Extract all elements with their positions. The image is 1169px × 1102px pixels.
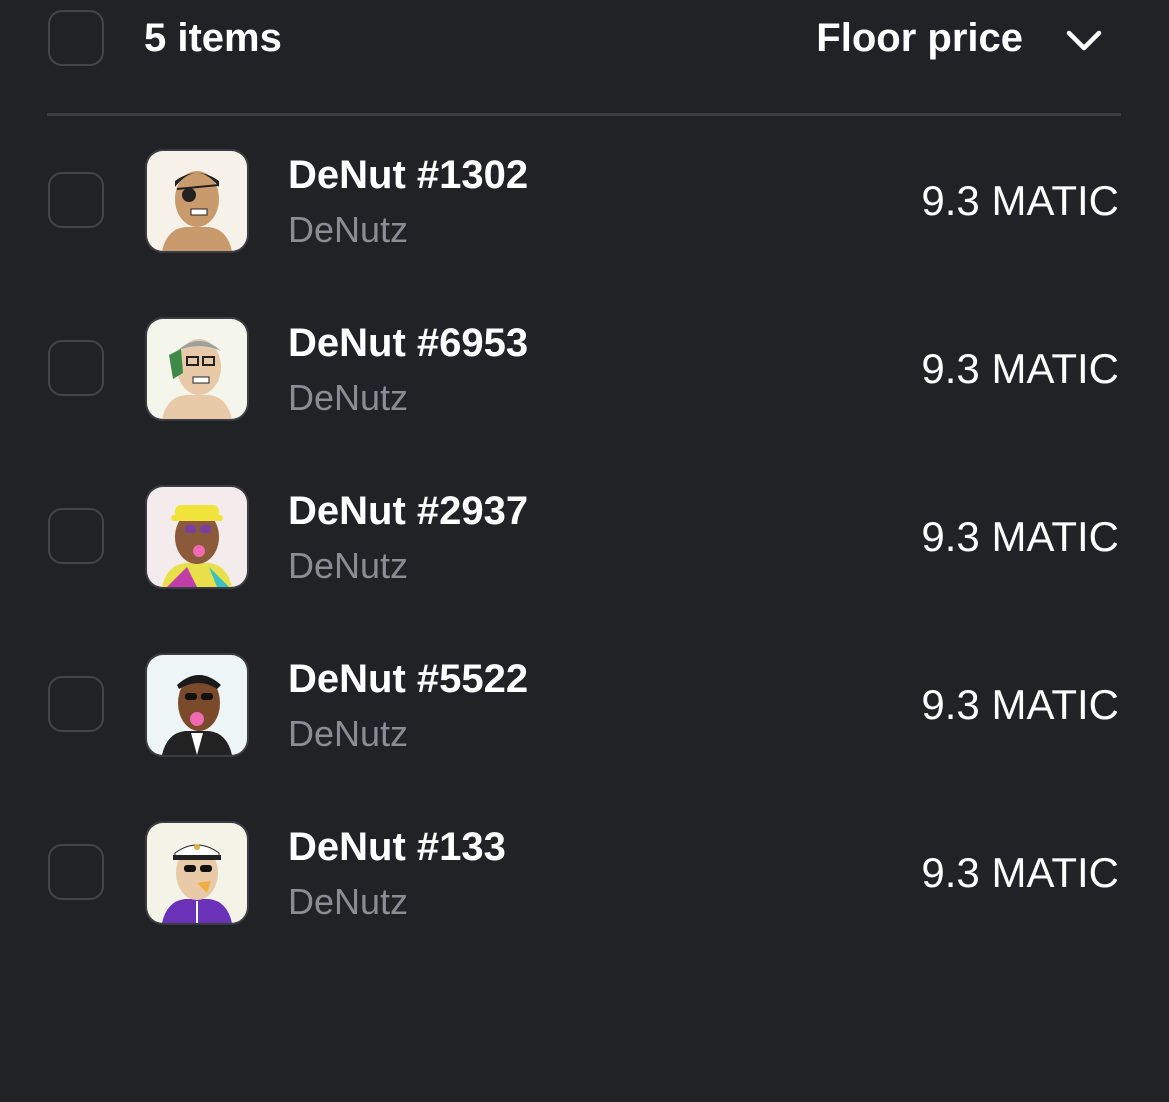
nft-thumbnail [145,317,249,421]
item-price: 9.3 MATIC [921,345,1119,392]
item-checkbox[interactable] [48,340,104,396]
item-price: 9.3 MATIC [921,177,1119,224]
list-item[interactable]: DeNut #2937 DeNutz 9.3 MATIC [0,485,1169,595]
item-collection: DeNutz [288,713,409,754]
item-checkbox[interactable] [48,676,104,732]
sort-dropdown-label[interactable]: Floor price [816,14,1023,62]
item-name[interactable]: DeNut #6953 [288,319,528,367]
list-item[interactable]: DeNut #6953 DeNutz 9.3 MATIC [0,317,1169,427]
item-name[interactable]: DeNut #133 [288,823,506,871]
item-collection: DeNutz [288,881,409,922]
nft-thumbnail [145,149,249,253]
item-price: 9.3 MATIC [921,513,1119,560]
item-collection: DeNutz [288,377,409,418]
nft-thumbnail [145,653,249,757]
item-collection: DeNutz [288,545,409,586]
list-item[interactable]: DeNut #1302 DeNutz 9.3 MATIC [0,149,1169,259]
select-all-checkbox[interactable] [48,10,104,66]
nft-thumbnail [145,821,249,925]
list-item[interactable]: DeNut #133 DeNutz 9.3 MATIC [0,821,1169,931]
item-count-label: 5 items [144,16,282,60]
item-name[interactable]: DeNut #2937 [288,487,528,535]
item-checkbox[interactable] [48,508,104,564]
item-checkbox[interactable] [48,172,104,228]
list-header: 5 items Floor price [0,0,1169,80]
item-name[interactable]: DeNut #1302 [288,151,528,199]
list-item[interactable]: DeNut #5522 DeNutz 9.3 MATIC [0,653,1169,763]
item-checkbox[interactable] [48,844,104,900]
header-divider [47,113,1121,116]
chevron-down-icon[interactable] [1064,22,1104,62]
item-price: 9.3 MATIC [921,849,1119,896]
nft-thumbnail [145,485,249,589]
item-collection: DeNutz [288,209,409,250]
item-name[interactable]: DeNut #5522 [288,655,528,703]
item-price: 9.3 MATIC [921,681,1119,728]
